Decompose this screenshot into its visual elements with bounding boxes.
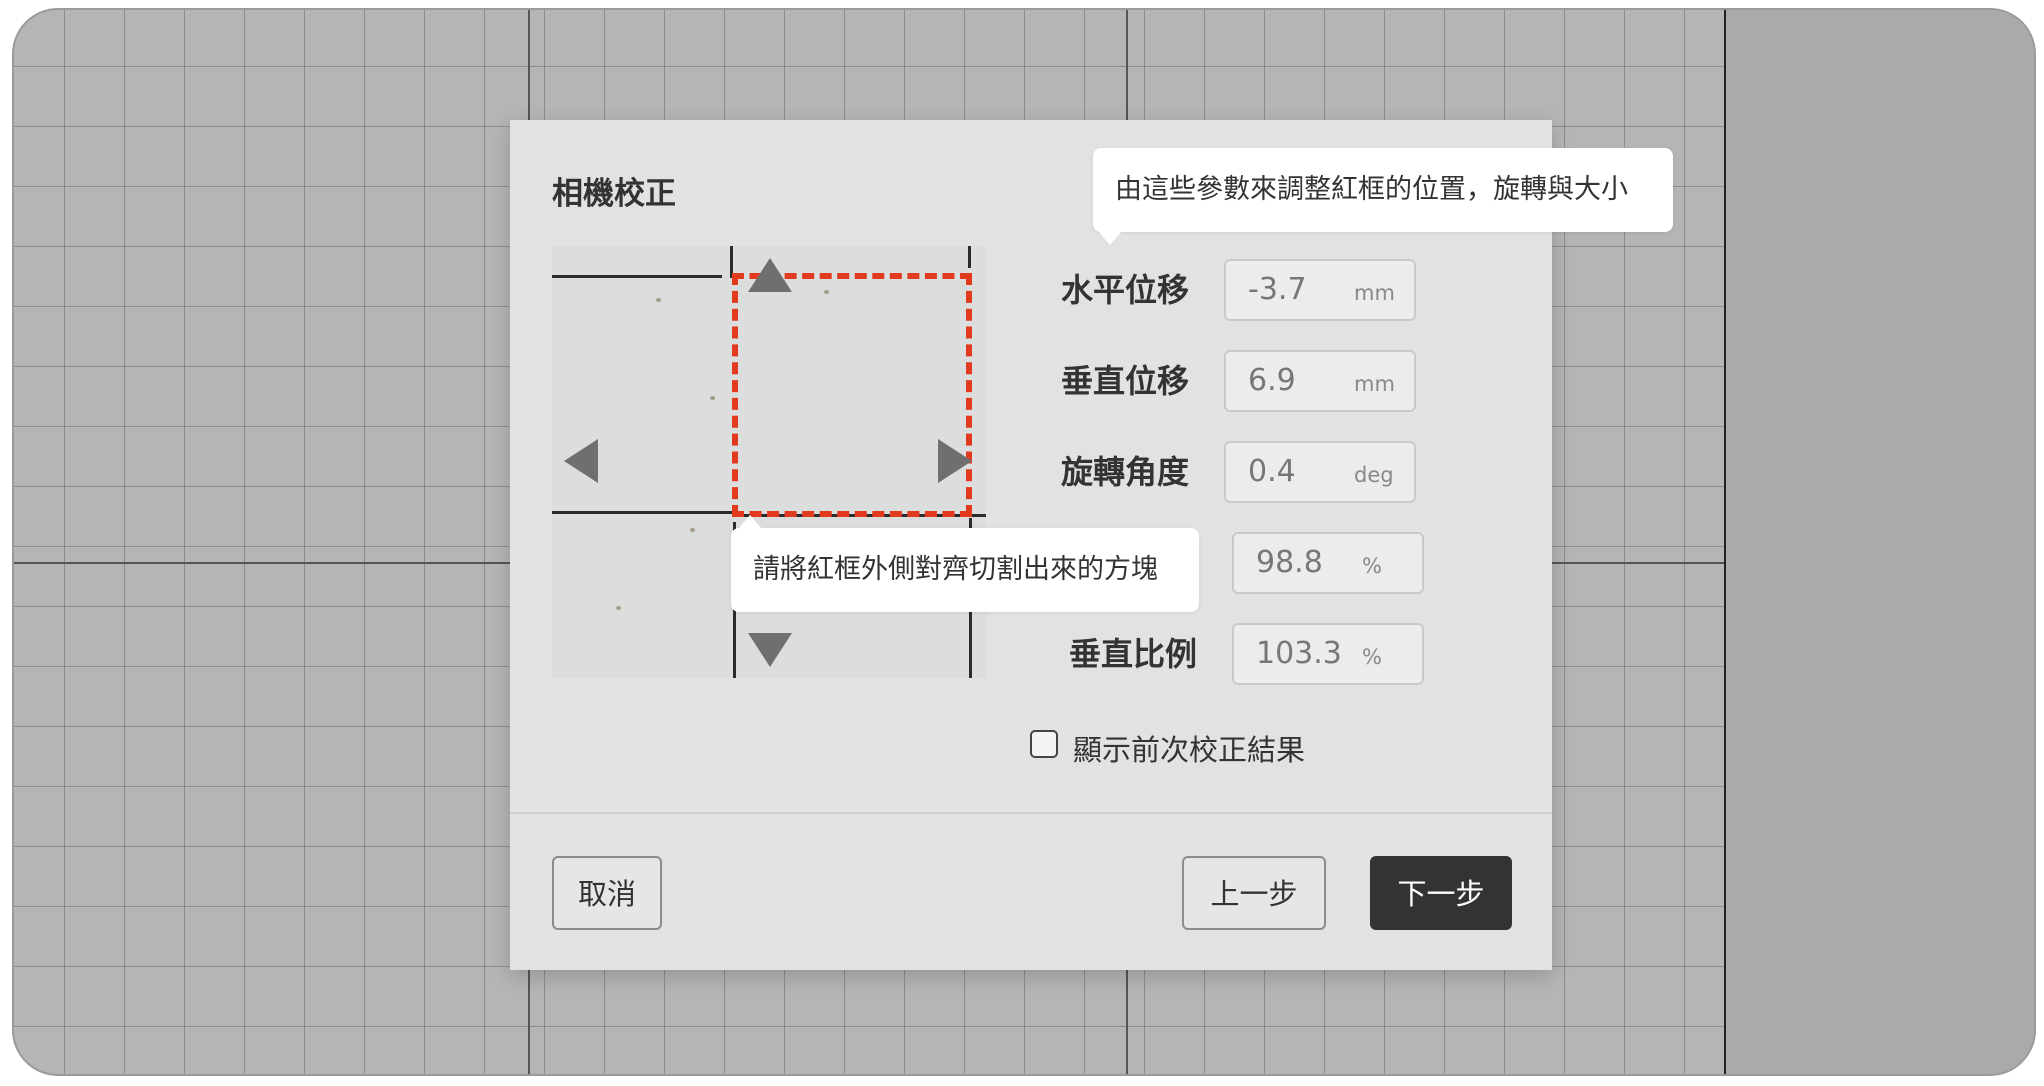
horizontal-offset-label: 水平位移	[1061, 271, 1190, 309]
horizontal-offset-input[interactable]: -3.7 mm	[1224, 259, 1416, 321]
dialog-footer-divider	[510, 812, 1552, 814]
params-tooltip: 由這些參數來調整紅框的位置，旋轉與大小	[1093, 148, 1673, 232]
field-unit: mm	[1354, 372, 1395, 396]
dialog-title: 相機校正	[552, 176, 676, 212]
calibration-red-frame[interactable]	[732, 273, 972, 517]
camera-calibration-dialog: 相機校正 水平位移 -3.7 mm 垂直位移 6.9 mm 旋轉角度 0.4 d…	[510, 120, 1673, 970]
vertical-offset-input[interactable]: 6.9 mm	[1224, 350, 1416, 412]
vertical-scale-label: 垂直比例	[1069, 635, 1198, 673]
field-value: 6.9	[1248, 363, 1296, 398]
arrow-left-icon[interactable]	[564, 439, 598, 483]
show-previous-result-label[interactable]: 顯示前次校正結果	[1073, 727, 1305, 769]
field-value: 0.4	[1248, 454, 1296, 489]
params-tooltip-text: 由這些參數來調整紅框的位置，旋轉與大小	[1115, 174, 1628, 205]
field-value: 103.3	[1256, 636, 1342, 671]
arrow-up-icon[interactable]	[748, 258, 792, 292]
tooltip-pointer	[1098, 231, 1122, 245]
vertical-offset-label: 垂直位移	[1061, 362, 1190, 400]
preview-tooltip: 請將紅框外側對齊切割出來的方塊	[731, 528, 1199, 612]
rotation-angle-label: 旋轉角度	[1061, 453, 1190, 491]
arrow-right-icon[interactable]	[938, 439, 972, 483]
arrow-down-icon[interactable]	[748, 633, 792, 667]
back-button[interactable]: 上一步	[1182, 856, 1326, 930]
field-value: 98.8	[1256, 545, 1323, 580]
debris-mark	[616, 606, 621, 610]
field-unit: %	[1362, 554, 1382, 578]
field-unit: mm	[1354, 281, 1395, 305]
camera-preview	[552, 246, 986, 678]
grid-line	[552, 511, 732, 514]
rotation-angle-input[interactable]: 0.4 deg	[1224, 441, 1416, 503]
field-value: -3.7	[1248, 272, 1307, 307]
debris-mark	[656, 298, 661, 302]
grid-line	[968, 246, 971, 268]
cancel-button[interactable]: 取消	[552, 856, 662, 930]
vertical-scale-input[interactable]: 103.3 %	[1232, 623, 1424, 685]
tooltip-pointer	[738, 515, 762, 529]
field-unit: %	[1362, 645, 1382, 669]
next-button[interactable]: 下一步	[1370, 856, 1512, 930]
checkbox-icon[interactable]	[1030, 730, 1058, 758]
grid-line	[552, 275, 722, 278]
preview-tooltip-text: 請將紅框外側對齊切割出來的方塊	[753, 554, 1158, 585]
field-unit: deg	[1354, 463, 1394, 487]
horizontal-scale-input[interactable]: 98.8 %	[1232, 532, 1424, 594]
side-panel	[1724, 10, 2034, 1074]
debris-mark	[710, 396, 715, 400]
debris-mark	[690, 528, 695, 532]
